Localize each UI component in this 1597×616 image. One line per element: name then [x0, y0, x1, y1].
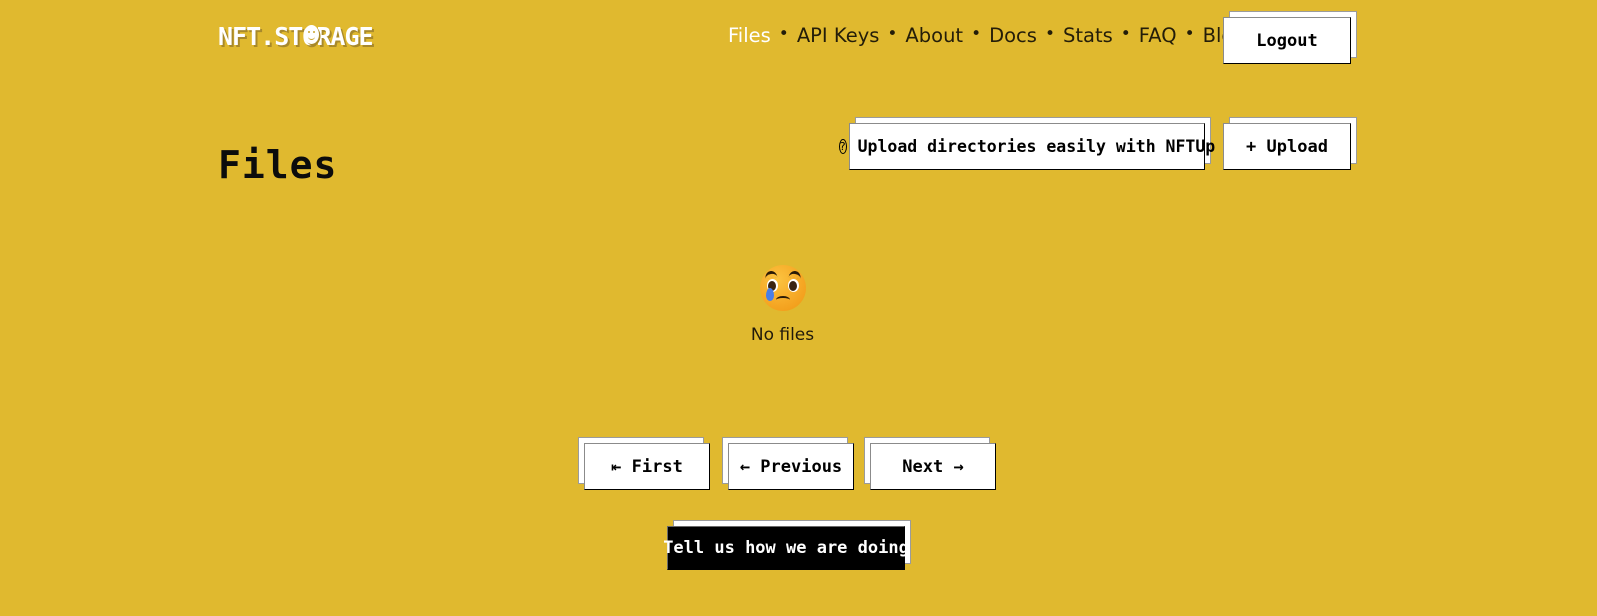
- emoji-mouth: [775, 296, 790, 304]
- next-page-button[interactable]: Next →: [870, 443, 996, 490]
- empty-state-message: No files: [750, 325, 815, 345]
- nft-storage-logo[interactable]: NFT.STORAGE: [218, 20, 388, 52]
- feedback-button[interactable]: Tell us how we are doing: [663, 526, 909, 570]
- nav-item-api-keys[interactable]: API Keys: [797, 24, 880, 47]
- site-header: NFT.STORAGE Files • API Keys • About • D…: [0, 0, 1597, 78]
- first-page-button[interactable]: ⇤ First: [584, 443, 710, 490]
- logo-wordmark: NFT.STORAGE: [218, 21, 374, 51]
- previous-page-button[interactable]: ← Previous: [728, 443, 854, 490]
- nav-separator-icon: •: [1120, 24, 1131, 44]
- emoji-right-eye: [787, 279, 799, 292]
- nav-separator-icon: •: [778, 24, 789, 44]
- sad-but-relieved-face-icon: [759, 265, 806, 311]
- main-navigation: Files • API Keys • About • Docs • Stats …: [728, 24, 1246, 47]
- nftup-promo-label: Upload directories easily with NFTUp: [857, 137, 1216, 156]
- logout-button[interactable]: Logout: [1223, 17, 1351, 64]
- page-title: Files: [218, 143, 338, 188]
- nav-separator-icon: •: [1044, 24, 1055, 44]
- nav-item-docs[interactable]: Docs: [989, 24, 1037, 47]
- question-circle-icon: ?: [838, 139, 847, 154]
- nav-separator-icon: •: [887, 24, 898, 44]
- nav-separator-icon: •: [1184, 24, 1195, 44]
- upload-button[interactable]: + Upload: [1223, 123, 1351, 170]
- nav-separator-icon: •: [971, 24, 982, 44]
- nftup-promo-button[interactable]: ? Upload directories easily with NFTUp: [838, 123, 1215, 170]
- nav-item-files[interactable]: Files: [728, 24, 771, 47]
- nav-item-about[interactable]: About: [905, 24, 963, 47]
- empty-state: No files: [0, 265, 1565, 345]
- nav-item-faq[interactable]: FAQ: [1139, 24, 1177, 47]
- emoji-tear-drop: [765, 288, 774, 301]
- nav-item-stats[interactable]: Stats: [1063, 24, 1113, 47]
- smiley-face-icon: [304, 25, 319, 44]
